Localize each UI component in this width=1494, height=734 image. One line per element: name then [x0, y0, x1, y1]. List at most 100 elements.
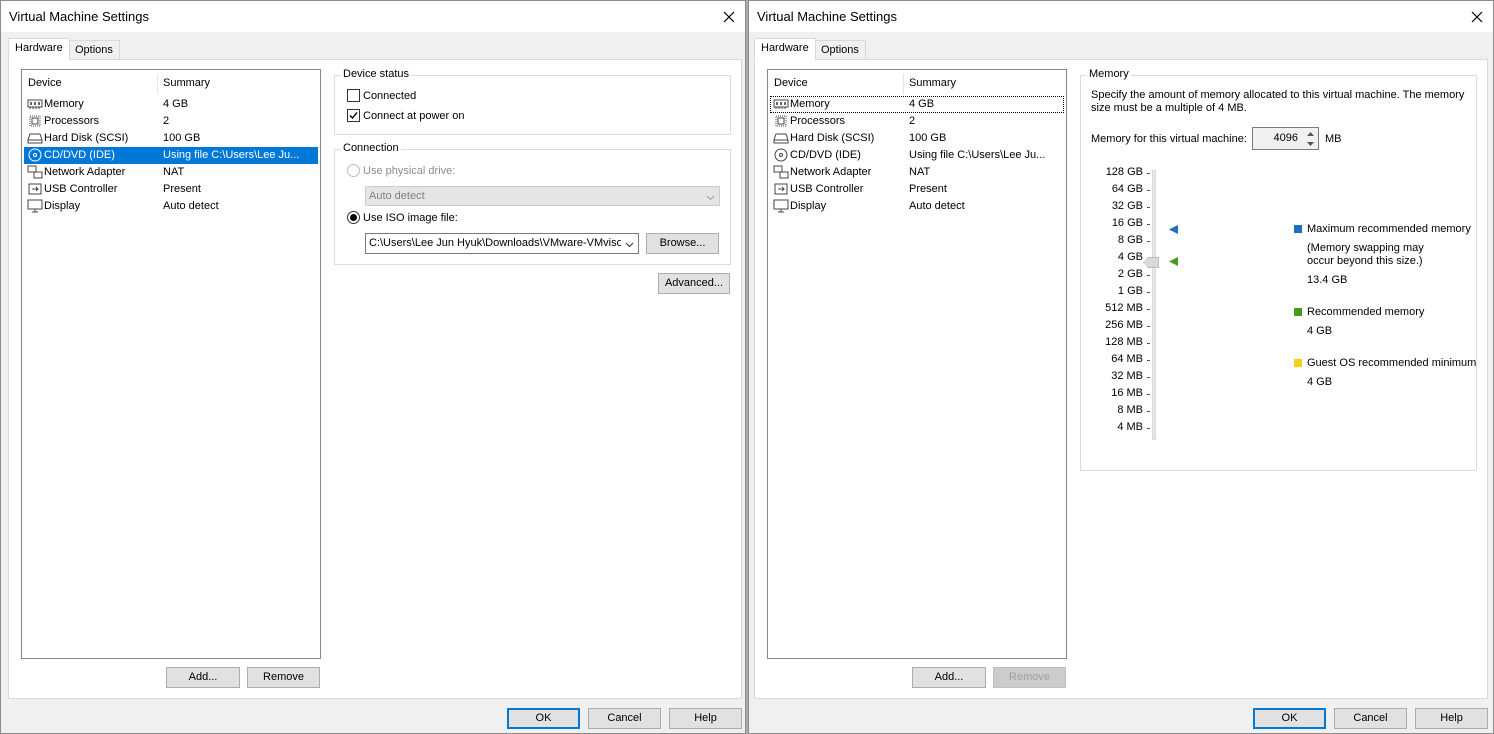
- use-physical-drive-label[interactable]: Use physical drive:: [363, 165, 455, 177]
- help-button[interactable]: Help: [669, 708, 742, 729]
- connected-label[interactable]: Connected: [363, 90, 416, 102]
- help-button[interactable]: Help: [1415, 708, 1488, 729]
- memory-scale-tick: 4 GB: [1081, 251, 1151, 265]
- memory-scale-tick: 64 MB: [1081, 353, 1151, 367]
- device-row-processors[interactable]: Processors 2: [770, 113, 1064, 130]
- close-icon[interactable]: [713, 1, 745, 32]
- device-name: CD/DVD (IDE): [790, 149, 861, 161]
- device-list[interactable]: Device Summary Memory 4 GB Processors 2 …: [767, 69, 1067, 659]
- max-recommended-marker-icon: [1169, 225, 1178, 237]
- device-row-network-adapter[interactable]: Network Adapter NAT: [770, 164, 1064, 181]
- chevron-down-icon: [706, 192, 715, 204]
- hard-disk-icon: [27, 131, 43, 145]
- device-list[interactable]: Device Summary Memory 4 GB Processors 2 …: [21, 69, 321, 659]
- connected-checkbox[interactable]: [347, 89, 360, 102]
- device-row-usb-controller[interactable]: USB Controller Present: [770, 181, 1064, 198]
- chevron-down-icon[interactable]: [625, 239, 634, 251]
- advanced-button[interactable]: Advanced...: [658, 273, 730, 294]
- device-row-cd-dvd[interactable]: CD/DVD (IDE) Using file C:\Users\Lee Ju.…: [770, 147, 1064, 164]
- cancel-button[interactable]: Cancel: [588, 708, 661, 729]
- tab-options[interactable]: Options: [68, 40, 120, 61]
- hardware-tab-panel: Device Summary Memory 4 GB Processors 2 …: [754, 59, 1488, 699]
- memory-scale-tick-mark: [1147, 343, 1150, 344]
- guest-os-minimum-legend-swatch: [1294, 359, 1302, 367]
- device-summary: Present: [909, 183, 947, 195]
- device-row-memory[interactable]: Memory 4 GB: [24, 96, 318, 113]
- device-summary: 4 GB: [163, 98, 189, 110]
- connection-group: Connection Use physical drive: Auto dete…: [334, 142, 731, 265]
- device-name: Display: [790, 200, 827, 212]
- device-row-processors[interactable]: Processors 2: [24, 113, 318, 130]
- iso-path-combo[interactable]: C:\Users\Lee Jun Hyuk\Downloads\VMware-V…: [365, 233, 639, 254]
- hard-disk-icon: [773, 131, 789, 145]
- memory-description-line1: Specify the amount of memory allocated t…: [1091, 89, 1465, 101]
- column-separator[interactable]: [157, 74, 158, 94]
- memory-scale-label: 128 MB: [1105, 336, 1143, 348]
- memory-scale-tick: 8 GB: [1081, 234, 1151, 248]
- memory-scale-label: 32 MB: [1111, 370, 1143, 382]
- column-device[interactable]: Device: [28, 77, 62, 89]
- device-summary: Present: [163, 183, 201, 195]
- chevron-down-icon[interactable]: [1303, 139, 1317, 148]
- memory-scale-label: 16 GB: [1111, 217, 1143, 229]
- tab-options[interactable]: Options: [814, 40, 866, 61]
- connect-at-power-on-label[interactable]: Connect at power on: [363, 110, 465, 122]
- guest-os-minimum-label: Guest OS recommended minimum: [1307, 357, 1477, 369]
- column-summary[interactable]: Summary: [909, 77, 956, 89]
- close-icon[interactable]: [1461, 1, 1493, 32]
- memory-scale-tick: 2 GB: [1081, 268, 1151, 282]
- add-device-button[interactable]: Add...: [912, 667, 986, 688]
- device-row-cd-dvd[interactable]: CD/DVD (IDE) Using file C:\Users\Lee Ju.…: [24, 147, 318, 164]
- device-row-network-adapter[interactable]: Network Adapter NAT: [24, 164, 318, 181]
- device-row-display[interactable]: Display Auto detect: [770, 198, 1064, 215]
- cancel-button[interactable]: Cancel: [1334, 708, 1407, 729]
- display-icon: [773, 199, 789, 213]
- memory-scale-tick-mark: [1147, 326, 1150, 327]
- device-name: Processors: [44, 115, 100, 127]
- connect-at-power-on-checkbox[interactable]: [347, 109, 360, 122]
- device-name: USB Controller: [790, 183, 864, 195]
- network-adapter-icon: [27, 165, 43, 179]
- device-row-usb-controller[interactable]: USB Controller Present: [24, 181, 318, 198]
- device-row-hard-disk[interactable]: Hard Disk (SCSI) 100 GB: [24, 130, 318, 147]
- device-name: CD/DVD (IDE): [44, 149, 115, 161]
- device-row-memory[interactable]: Memory 4 GB: [770, 96, 1064, 113]
- vm-settings-dialog-right: Virtual Machine Settings Hardware Option…: [748, 0, 1494, 734]
- use-iso-label[interactable]: Use ISO image file:: [363, 212, 458, 224]
- add-device-button[interactable]: Add...: [166, 667, 240, 688]
- memory-scale-tick-mark: [1147, 360, 1150, 361]
- physical-drive-select[interactable]: Auto detect: [365, 186, 720, 206]
- device-row-display[interactable]: Display Auto detect: [24, 198, 318, 215]
- memory-scale-label: 2 GB: [1117, 268, 1143, 280]
- device-status-group: Device status Connected Connect at power…: [334, 68, 731, 135]
- browse-button[interactable]: Browse...: [646, 233, 719, 254]
- memory-slider-track[interactable]: [1152, 170, 1156, 440]
- recommended-label: Recommended memory: [1307, 306, 1425, 318]
- device-name: Hard Disk (SCSI): [44, 132, 129, 144]
- column-separator[interactable]: [903, 74, 904, 94]
- tab-hardware[interactable]: Hardware: [754, 38, 816, 61]
- device-summary: NAT: [909, 166, 931, 178]
- remove-device-button[interactable]: Remove: [247, 667, 320, 688]
- usb-icon: [773, 182, 789, 196]
- column-device[interactable]: Device: [774, 77, 808, 89]
- chevron-up-icon[interactable]: [1303, 129, 1317, 138]
- memory-group: Memory Specify the amount of memory allo…: [1080, 68, 1477, 471]
- column-summary[interactable]: Summary: [163, 77, 210, 89]
- use-physical-drive-radio[interactable]: [347, 164, 360, 177]
- device-summary: NAT: [163, 166, 185, 178]
- tab-hardware[interactable]: Hardware: [8, 38, 70, 61]
- ok-button[interactable]: OK: [1253, 708, 1326, 729]
- device-summary: 2: [163, 115, 170, 127]
- memory-stepper[interactable]: 4096: [1252, 127, 1319, 150]
- hardware-tab-panel: Device Summary Memory 4 GB Processors 2 …: [8, 59, 742, 699]
- memory-description-line2: size must be a multiple of 4 MB.: [1091, 102, 1247, 114]
- memory-scale-tick: 4 MB: [1081, 421, 1151, 435]
- memory-scale-label: 256 MB: [1105, 319, 1143, 331]
- device-list-header: Device Summary: [768, 74, 1066, 94]
- ok-button[interactable]: OK: [507, 708, 580, 729]
- device-row-hard-disk[interactable]: Hard Disk (SCSI) 100 GB: [770, 130, 1064, 147]
- use-iso-radio[interactable]: [347, 211, 360, 224]
- memory-value[interactable]: 4096: [1274, 132, 1298, 144]
- device-name: Network Adapter: [790, 166, 872, 178]
